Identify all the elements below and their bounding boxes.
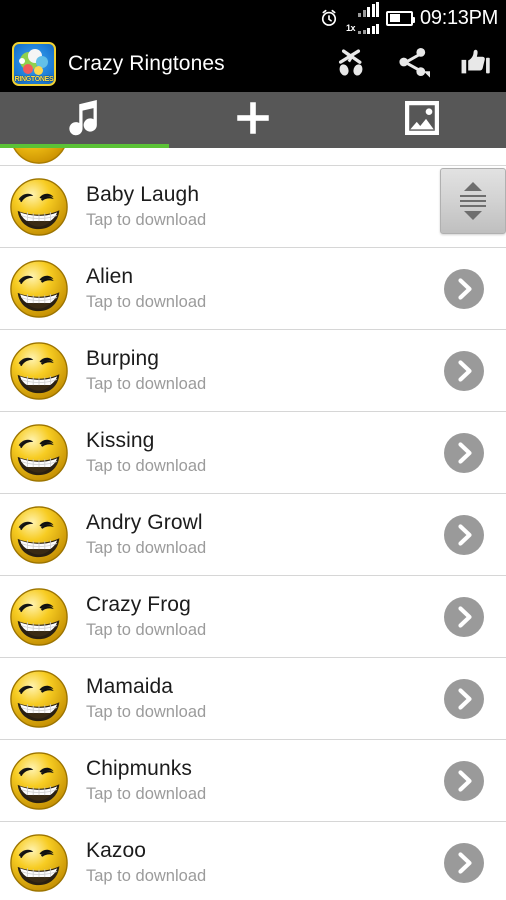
signal-strength-icon: 1x [346,2,380,34]
music-note-icon [62,96,106,145]
smiley-face-icon [8,586,70,648]
list-item-texts: Mamaida Tap to download [86,675,444,722]
smiley-face-icon [8,176,70,238]
open-ringtone-button[interactable] [444,350,484,391]
list-item-texts: Crazy Frog Tap to download [86,593,444,640]
list-item-title: Chipmunks [86,757,192,780]
smiley-face-icon [8,832,70,894]
list-item-subtitle: Tap to download [86,621,207,639]
list-item-texts: Chipmunks Tap to download [86,757,444,804]
list-item[interactable]: Baby Laugh Tap to download [0,166,506,248]
open-ringtone-button[interactable] [444,514,484,555]
chevron-up-icon [464,181,482,191]
list-item-title: Burping [86,347,160,370]
open-ringtone-button[interactable] [444,268,484,309]
list-item-subtitle: Tap to download [86,785,207,803]
image-icon [401,97,443,144]
list-item-title: Kissing [86,429,155,452]
chevron-down-icon [464,211,482,221]
signal-type-label: 1x [346,23,356,33]
plus-icon [232,97,274,144]
cut-scissors-button[interactable] [320,36,382,92]
status-clock: 09:13PM [420,6,498,29]
open-ringtone-button[interactable] [444,842,484,883]
alarm-clock-icon [319,8,339,28]
list-item-title: Crazy Frog [86,593,191,616]
smiley-face-icon [8,668,70,730]
tab-bar [0,92,506,148]
app-screen: 1x 09:13PM RINGTONES Crazy Ringtones Bab… [0,0,506,900]
list-item[interactable]: Mamaida Tap to download [0,658,506,740]
list-item[interactable]: Kazoo Tap to download [0,822,506,900]
list-item-title: Mamaida [86,675,174,698]
list-item-subtitle: Tap to download [86,211,207,229]
app-title: Crazy Ringtones [68,52,225,75]
list-item-texts: Kazoo Tap to download [86,839,444,886]
app-logo-icon: RINGTONES [12,42,56,86]
list-rows-container: Baby Laugh Tap to download Alien Tap to … [0,166,506,900]
list-item-subtitle: Tap to download [86,293,207,311]
tab-ringtones[interactable] [0,92,169,148]
list-item-texts: Alien Tap to download [86,265,444,312]
open-ringtone-button[interactable] [444,678,484,719]
thumbs-up-icon [458,45,492,84]
list-item[interactable]: Chipmunks Tap to download [0,740,506,822]
app-logo-label: RINGTONES [14,76,54,83]
share-button[interactable] [382,36,444,92]
list-item-texts: Burping Tap to download [86,347,444,394]
list-item-title: Andry Growl [86,511,203,534]
drag-handle-icon [460,194,486,208]
open-ringtone-button[interactable] [444,432,484,473]
thumbs-up-button[interactable] [444,36,506,92]
smiley-face-icon [8,148,70,165]
smiley-face-icon [8,750,70,812]
list-item-subtitle: Tap to download [86,457,207,475]
tab-add[interactable] [169,92,338,148]
list-item[interactable]: Andry Growl Tap to download [0,494,506,576]
list-item-title: Baby Laugh [86,183,200,206]
ringtone-list[interactable]: Tap to download [0,148,506,900]
battery-half-icon [386,10,416,26]
list-item-subtitle: Tap to download [86,539,207,557]
smiley-face-icon [8,340,70,402]
list-item-title: Alien [86,265,134,288]
smiley-face-icon [8,422,70,484]
tab-wallpapers[interactable] [337,92,506,148]
action-bar: RINGTONES Crazy Ringtones [0,36,506,92]
open-ringtone-button[interactable] [444,760,484,801]
list-item-subtitle: Tap to download [86,375,207,393]
list-item[interactable]: Kissing Tap to download [0,412,506,494]
list-item[interactable]: Burping Tap to download [0,330,506,412]
smiley-face-icon [8,504,70,566]
list-item[interactable]: Tap to download [0,148,506,166]
fast-scroll-thumb[interactable] [440,168,506,234]
list-item-texts: Andry Growl Tap to download [86,511,444,558]
status-bar: 1x 09:13PM [0,0,506,36]
list-item-title: Kazoo [86,839,147,862]
share-icon [396,45,430,84]
smiley-face-icon [8,258,70,320]
list-item-subtitle: Tap to download [86,867,207,885]
list-item-subtitle: Tap to download [86,703,207,721]
action-bar-buttons [320,36,506,92]
list-item[interactable]: Alien Tap to download [0,248,506,330]
open-ringtone-button[interactable] [444,596,484,637]
list-item[interactable]: Crazy Frog Tap to download [0,576,506,658]
list-item-texts: Baby Laugh Tap to download [86,183,444,230]
list-item-texts: Kissing Tap to download [86,429,444,476]
cut-scissors-icon [334,45,368,84]
